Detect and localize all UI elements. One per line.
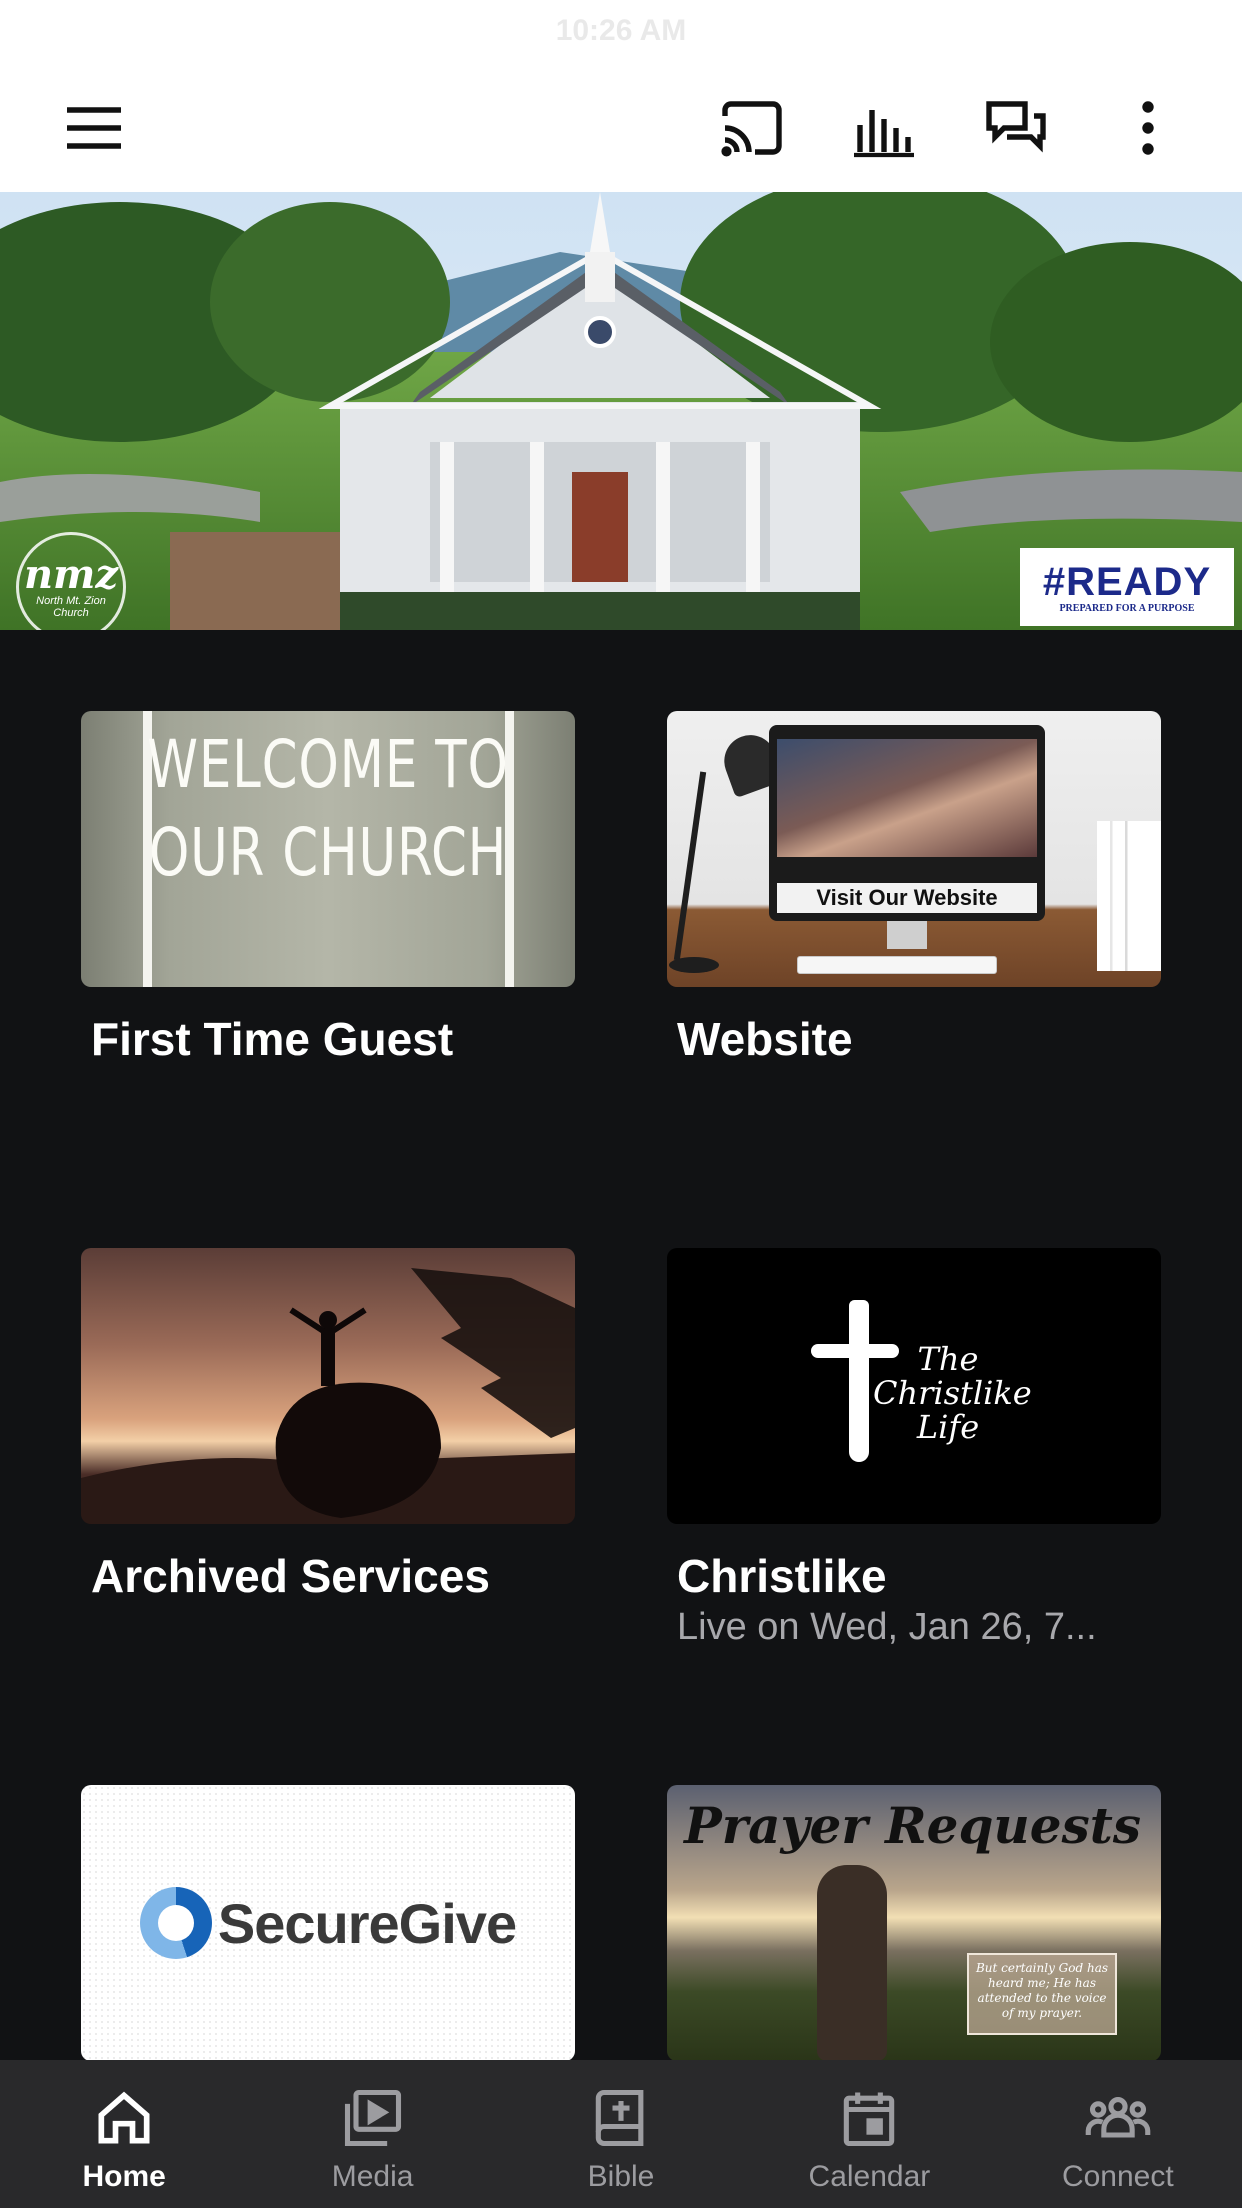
tile-archived-services[interactable]: Archived Services (81, 1248, 575, 1604)
nav-label: Media (331, 2160, 414, 2193)
ready-badge: #READY PREPARED FOR A PURPOSE (1020, 548, 1234, 626)
tile-thumbnail: WELCOME TO OUR CHURCH (81, 711, 575, 987)
bible-icon (595, 2089, 644, 2147)
bottom-navigation: Home Media Bible Calendar Connect (0, 2060, 1242, 2208)
badge-title: #READY (1042, 559, 1212, 604)
tile-thumbnail: Prayer Requests But certainly God has he… (667, 1785, 1161, 2061)
tile-subtitle: Live on Wed, Jan 26, 7... (677, 1606, 1097, 1648)
audio-bars-icon[interactable] (846, 90, 922, 166)
calendar-icon (844, 2092, 895, 2147)
visit-website-caption: Visit Our Website (777, 883, 1037, 913)
media-icon (344, 2089, 401, 2147)
tile-title: First Time Guest (91, 1013, 454, 1065)
nav-connect[interactable]: Connect (994, 2060, 1242, 2208)
nav-calendar[interactable]: Calendar (745, 2060, 993, 2208)
nav-label: Bible (587, 2160, 655, 2193)
top-app-bar (0, 62, 1242, 192)
welcome-image-text: WELCOME TO OUR CHURCH (147, 726, 509, 891)
nav-label: Calendar (808, 2160, 931, 2193)
status-time: 10:26 AM (555, 14, 687, 47)
tile-thumbnail: Visit Our Website (667, 711, 1161, 987)
silhouette-image (81, 1268, 575, 1524)
more-vert-icon[interactable] (1110, 90, 1186, 166)
prayer-image-title: Prayer Requests (684, 1796, 1141, 1855)
nav-label: Home (82, 2160, 166, 2193)
nav-label: Connect (1061, 2160, 1174, 2193)
tile-first-time-guest[interactable]: WELCOME TO OUR CHURCH First Time Guest (81, 711, 575, 1067)
logo-mark: nmz (23, 551, 119, 598)
connect-icon (1085, 2097, 1151, 2138)
tile-website[interactable]: Visit Our Website Website (667, 711, 1161, 1067)
tile-title: Website (677, 1013, 853, 1065)
tile-christlike[interactable]: The Christlike Life Christlike Live on W… (667, 1248, 1161, 1650)
chat-icon[interactable] (978, 90, 1054, 166)
tile-thumbnail: The Christlike Life (667, 1248, 1161, 1524)
tile-thumbnail (81, 1248, 575, 1524)
tile-securegive[interactable]: SecureGive (81, 1785, 575, 2061)
nav-media[interactable]: Media (248, 2060, 496, 2208)
hero-banner: nmz North Mt. Zion Church #READY PREPARE… (0, 192, 1242, 630)
prayer-verse: But certainly God has heard me; He has a… (967, 1953, 1117, 2035)
hamburger-menu-icon[interactable] (56, 90, 132, 166)
logo-subtitle: North Mt. Zion Church (36, 595, 106, 619)
securegive-logo-icon (139, 1887, 212, 1959)
cast-icon[interactable] (714, 90, 790, 166)
badge-tagline: PREPARED FOR A PURPOSE (1059, 602, 1195, 614)
christlike-image-text: The Christlike Life (873, 1340, 1032, 1446)
tile-title: Christlike (677, 1550, 887, 1602)
home-icon (98, 2091, 150, 2144)
status-bar: 10:26 AM (0, 0, 1242, 62)
tile-prayer-requests[interactable]: Prayer Requests But certainly God has he… (667, 1785, 1161, 2061)
securegive-wordmark: SecureGive (217, 1891, 517, 1955)
nav-bible[interactable]: Bible (497, 2060, 745, 2208)
tile-title: Archived Services (91, 1550, 490, 1602)
nav-home[interactable]: Home (0, 2060, 248, 2208)
tile-thumbnail: SecureGive (81, 1785, 575, 2061)
